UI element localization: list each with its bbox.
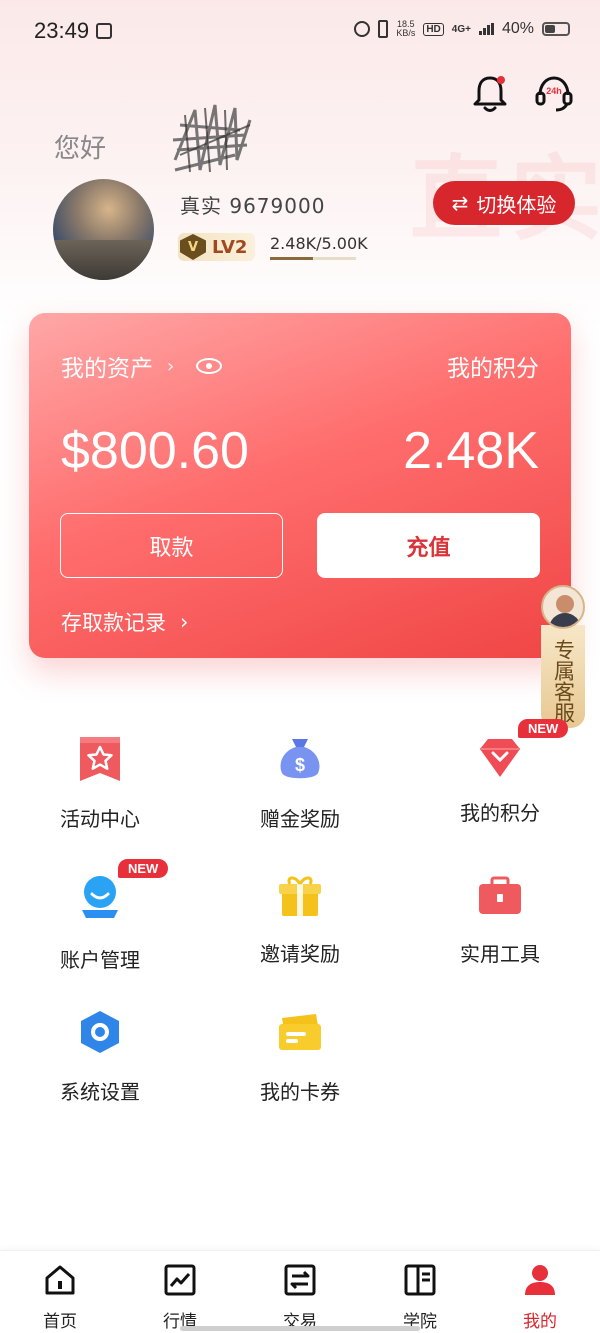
menu-item-points[interactable]: 我的积分 NEW xyxy=(400,719,600,845)
profile-icon xyxy=(525,1265,555,1295)
swap-arrows-icon: ⇄ xyxy=(451,191,469,215)
nav-trade[interactable]: 交易 xyxy=(240,1263,360,1332)
withdraw-button[interactable]: 取款 xyxy=(60,513,283,578)
asset-card: 我的资产 › 我的积分 $800.60 2.48K 取款 充值 存取款记录 › xyxy=(29,313,571,658)
status-bar: 23:49 18.5 KB/s HD 4G+ 40% xyxy=(0,0,600,62)
menu-item-settings[interactable]: 系统设置 xyxy=(0,1008,200,1118)
menu-label: 系统设置 xyxy=(60,1080,140,1104)
chevron-right-icon: › xyxy=(167,355,175,377)
menu-label: 账户管理 xyxy=(60,948,140,972)
hd-icon: HD xyxy=(423,22,444,36)
gift-icon xyxy=(279,876,321,916)
level-shield-icon: V xyxy=(180,234,206,260)
nav-market[interactable]: 行情 xyxy=(120,1263,240,1332)
nav-label: 我的 xyxy=(523,1312,557,1332)
new-badge: NEW xyxy=(518,719,569,738)
greeting: 您好 xyxy=(54,134,107,164)
menu-item-invite[interactable]: 邀请奖励 xyxy=(200,872,400,982)
battery-icon xyxy=(542,22,570,36)
customer-support-icon[interactable]: 24h xyxy=(534,73,574,113)
status-time: 23:49 xyxy=(34,18,90,43)
level-progress-text: 2.48K/5.00K xyxy=(270,234,368,253)
net-speed: 18.5 KB/s xyxy=(396,20,415,38)
menu-label: 邀请奖励 xyxy=(260,942,340,966)
level-badge[interactable]: V LV2 xyxy=(178,233,256,261)
notification-app-icon xyxy=(96,23,112,39)
network-type: 4G+ xyxy=(451,23,471,35)
menu-label: 我的积分 xyxy=(460,801,540,825)
home-indicator xyxy=(180,1326,420,1331)
asset-title: 我的资产 xyxy=(61,356,153,382)
redacted-name-scribble xyxy=(172,104,252,173)
svg-text:$: $ xyxy=(295,755,305,775)
settings-hex-icon xyxy=(81,1011,119,1053)
menu-item-account[interactable]: 账户管理 NEW xyxy=(0,859,200,982)
svg-text:24h: 24h xyxy=(546,86,562,96)
nav-academy[interactable]: 学院 xyxy=(360,1263,480,1332)
chart-icon xyxy=(164,1264,196,1296)
diamond-icon xyxy=(480,739,520,777)
floating-support-button[interactable]: 专属客服 xyxy=(541,585,585,732)
book-icon xyxy=(404,1264,436,1296)
switch-demo-button[interactable]: ⇄ 切换体验 xyxy=(433,181,575,225)
nav-label: 首页 xyxy=(43,1312,77,1332)
menu-label: 我的卡券 xyxy=(260,1080,340,1104)
asset-title-row[interactable]: 我的资产 › xyxy=(61,349,223,383)
bottom-nav: 首页 行情 交易 学院 我的 xyxy=(0,1250,600,1333)
menu-label: 活动中心 xyxy=(60,807,140,831)
level-text: LV2 xyxy=(212,236,248,258)
status-right: 18.5 KB/s HD 4G+ 40% xyxy=(354,20,570,38)
asset-balance: $800.60 xyxy=(61,422,249,480)
agent-avatar-icon xyxy=(541,585,585,629)
deposit-button[interactable]: 充值 xyxy=(317,513,540,578)
vibrate-icon xyxy=(378,20,389,38)
bell-icon[interactable] xyxy=(472,73,508,113)
signal-icon xyxy=(478,23,494,35)
points-value: 2.48K xyxy=(403,422,539,480)
menu-item-bonus[interactable]: $ 赠金奖励 xyxy=(200,735,400,845)
menu-item-tools[interactable]: 实用工具 xyxy=(400,872,600,982)
level-progress-bar xyxy=(270,257,356,260)
money-bag-icon: $ xyxy=(280,739,320,779)
transaction-records-link[interactable]: 存取款记录 › xyxy=(61,607,188,637)
chevron-right-icon: › xyxy=(180,610,189,634)
nav-profile[interactable]: 我的 xyxy=(480,1263,600,1332)
menu-label: 赠金奖励 xyxy=(260,807,340,831)
menu-item-coupons[interactable]: 我的卡券 xyxy=(200,1008,400,1118)
eye-icon[interactable] xyxy=(196,358,223,374)
new-badge: NEW xyxy=(118,859,169,878)
records-label: 存取款记录 xyxy=(61,611,166,635)
alarm-icon xyxy=(354,21,371,37)
user-account-icon xyxy=(82,876,118,918)
account-label: 真实 9679000 xyxy=(180,194,326,218)
exchange-icon xyxy=(284,1264,316,1296)
home-icon xyxy=(45,1265,75,1295)
floating-support-label: 专属客服 xyxy=(541,625,585,728)
nav-home[interactable]: 首页 xyxy=(0,1263,120,1332)
avatar[interactable] xyxy=(53,179,154,280)
points-label[interactable]: 我的积分 xyxy=(447,349,539,383)
switch-demo-label: 切换体验 xyxy=(476,192,557,217)
menu-item-activity[interactable]: 活动中心 xyxy=(0,735,200,845)
menu-label: 实用工具 xyxy=(460,942,540,966)
toolbox-icon xyxy=(479,876,521,914)
battery-percent: 40% xyxy=(501,20,534,37)
net-speed-unit: KB/s xyxy=(396,28,416,38)
coupon-icon xyxy=(279,1014,321,1050)
star-flag-icon xyxy=(80,737,120,781)
